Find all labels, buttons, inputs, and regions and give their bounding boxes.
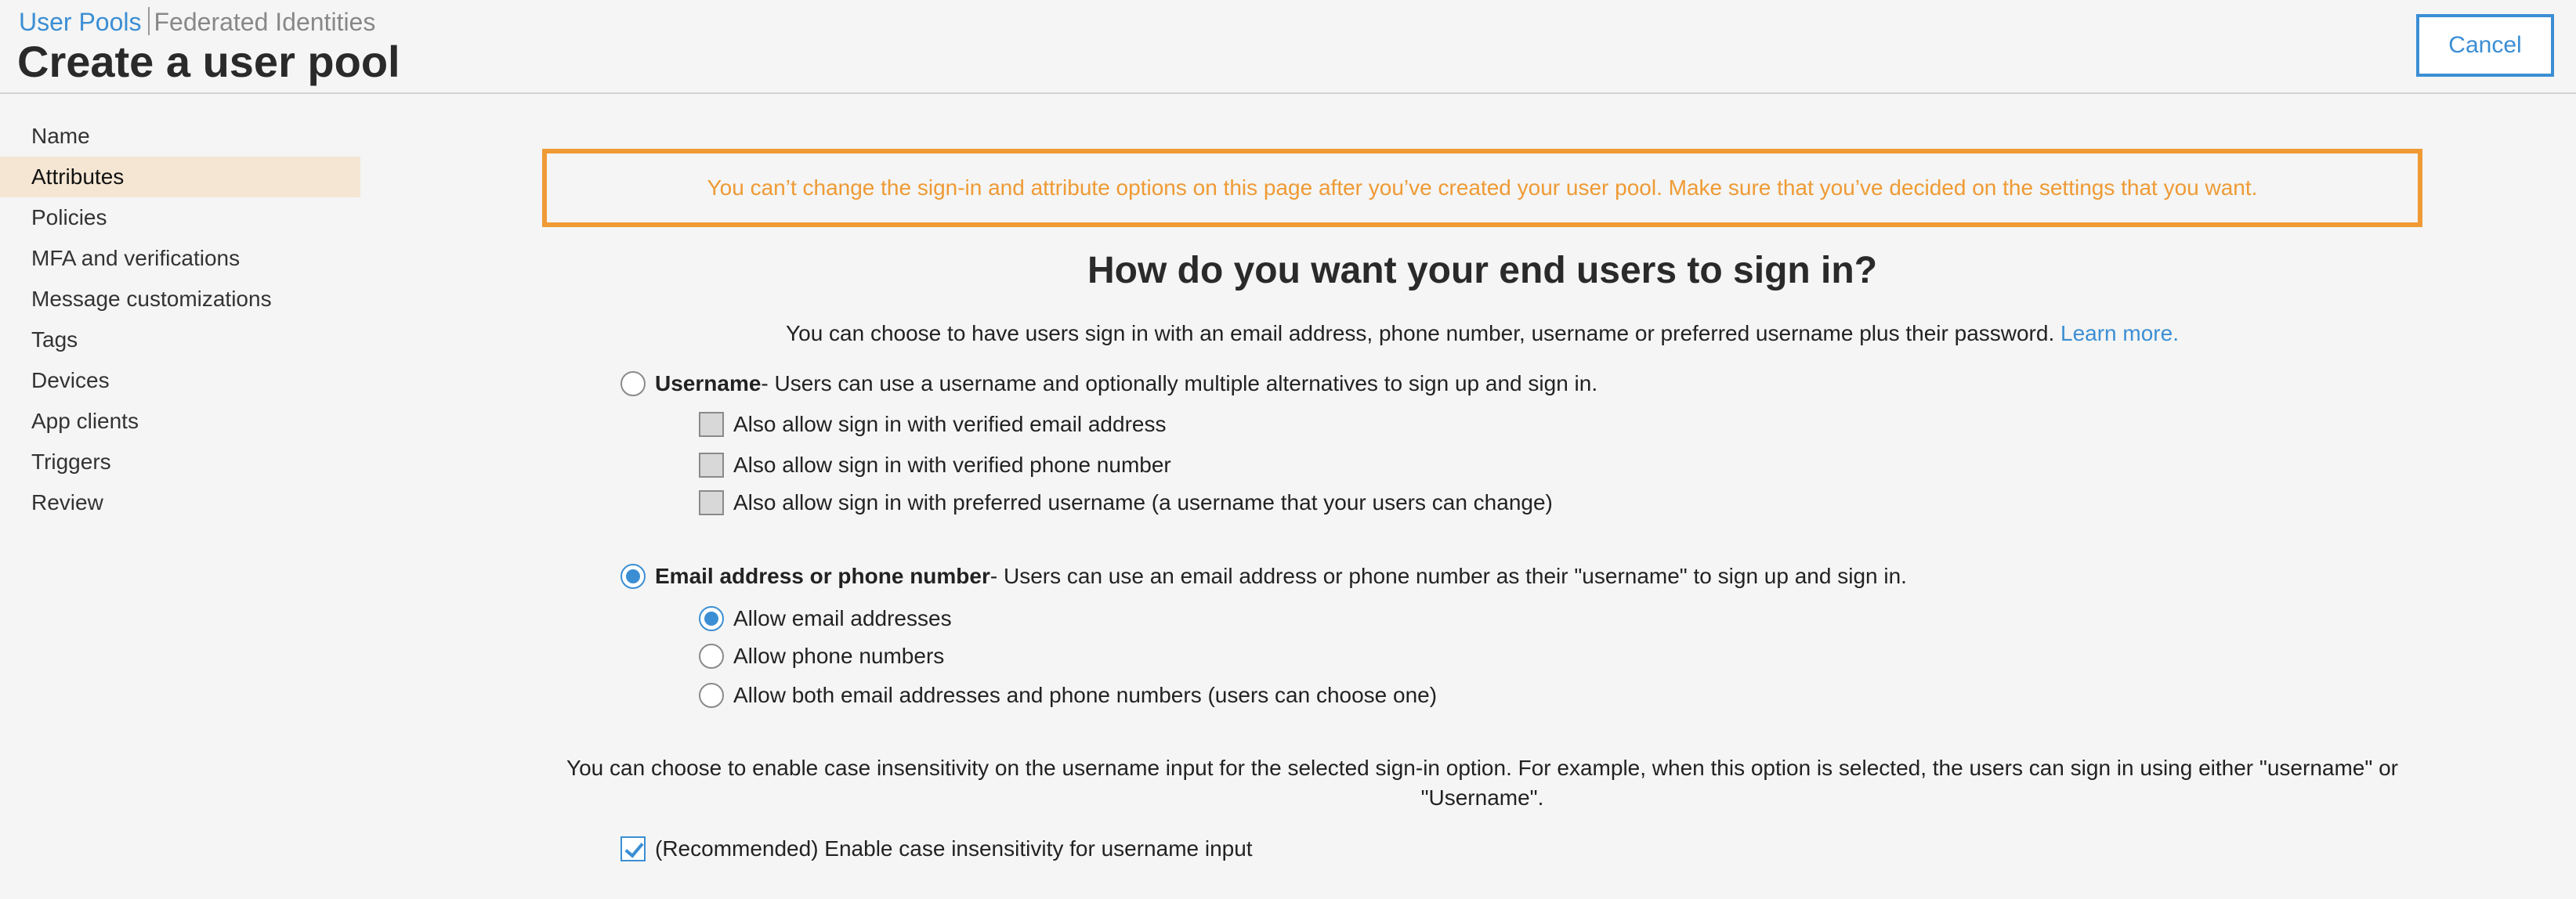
allow-preferred-username-checkbox[interactable] <box>699 490 724 515</box>
sidebar-item-attributes[interactable]: Attributes <box>0 157 360 197</box>
cancel-button[interactable]: Cancel <box>2416 14 2554 77</box>
allow-email-signin-label: Also allow sign in with verified email a… <box>733 412 1167 436</box>
allow-email-addresses-radio[interactable] <box>699 606 724 631</box>
learn-more-link[interactable]: Learn more. <box>2060 321 2179 345</box>
sidebar-nav: Name Attributes Policies MFA and verific… <box>0 116 360 523</box>
crumb-federated-identities[interactable]: Federated Identities <box>154 8 376 36</box>
page-header: User Pools Federated Identities Create a … <box>0 0 2576 94</box>
allow-email-addresses-option[interactable]: Allow email addresses <box>699 603 952 634</box>
allow-email-addresses-label: Allow email addresses <box>733 606 952 630</box>
allow-phone-numbers-option[interactable]: Allow phone numbers <box>699 641 944 672</box>
allow-phone-numbers-label: Allow phone numbers <box>733 644 945 668</box>
case-insensitivity-checkbox[interactable] <box>620 836 646 861</box>
sidebar-item-name[interactable]: Name <box>0 116 360 157</box>
username-option-desc: - Users can use a username and optionall… <box>761 371 1598 395</box>
sidebar-item-app-clients[interactable]: App clients <box>0 401 360 442</box>
sidebar-item-devices[interactable]: Devices <box>0 360 360 401</box>
username-radio[interactable] <box>620 371 646 396</box>
intro-body: You can choose to have users sign in wit… <box>786 321 2055 345</box>
crumb-separator <box>147 7 150 35</box>
sidebar-item-messages[interactable]: Message customizations <box>0 279 360 320</box>
allow-phone-signin-label: Also allow sign in with verified phone n… <box>733 453 1171 477</box>
warning-banner: You can’t change the sign-in and attribu… <box>542 149 2422 227</box>
sidebar-item-mfa[interactable]: MFA and verifications <box>0 238 360 279</box>
sidebar-item-tags[interactable]: Tags <box>0 320 360 360</box>
allow-both-label: Allow both email addresses and phone num… <box>733 683 1438 707</box>
intro-text: You can choose to have users sign in wit… <box>542 316 2422 351</box>
section-heading: How do you want your end users to sign i… <box>1087 250 1878 291</box>
case-insensitivity-option[interactable]: (Recommended) Enable case insensitivity … <box>620 833 1253 865</box>
username-option-title: Username <box>655 371 762 395</box>
allow-email-signin-checkbox[interactable] <box>699 412 724 437</box>
case-insensitivity-note: You can choose to enable case insensitiv… <box>566 756 2398 810</box>
email-phone-option-desc: - Users can use an email address or phon… <box>990 564 1907 588</box>
allow-both-option[interactable]: Allow both email addresses and phone num… <box>699 680 1437 711</box>
breadcrumb: User Pools Federated Identities <box>19 6 375 38</box>
sidebar-item-review[interactable]: Review <box>0 482 360 523</box>
allow-phone-signin-option[interactable]: Also allow sign in with verified phone n… <box>699 449 1171 481</box>
allow-preferred-username-option[interactable]: Also allow sign in with preferred userna… <box>699 487 1553 518</box>
username-option[interactable]: Username - Users can use a username and … <box>620 368 1597 399</box>
allow-email-signin-option[interactable]: Also allow sign in with verified email a… <box>699 409 1166 440</box>
email-phone-radio[interactable] <box>620 564 646 589</box>
case-insensitivity-label: (Recommended) Enable case insensitivity … <box>655 836 1253 861</box>
allow-phone-signin-checkbox[interactable] <box>699 453 724 478</box>
email-phone-option-title: Email address or phone number <box>655 564 990 588</box>
sidebar-item-policies[interactable]: Policies <box>0 197 360 238</box>
allow-preferred-username-label: Also allow sign in with preferred userna… <box>733 490 1553 514</box>
page-title: Create a user pool <box>17 37 400 86</box>
sidebar-item-triggers[interactable]: Triggers <box>0 442 360 482</box>
crumb-user-pools[interactable]: User Pools <box>19 8 142 36</box>
allow-both-radio[interactable] <box>699 683 724 708</box>
email-phone-option[interactable]: Email address or phone number - Users ca… <box>620 561 1907 592</box>
allow-phone-numbers-radio[interactable] <box>699 644 724 669</box>
